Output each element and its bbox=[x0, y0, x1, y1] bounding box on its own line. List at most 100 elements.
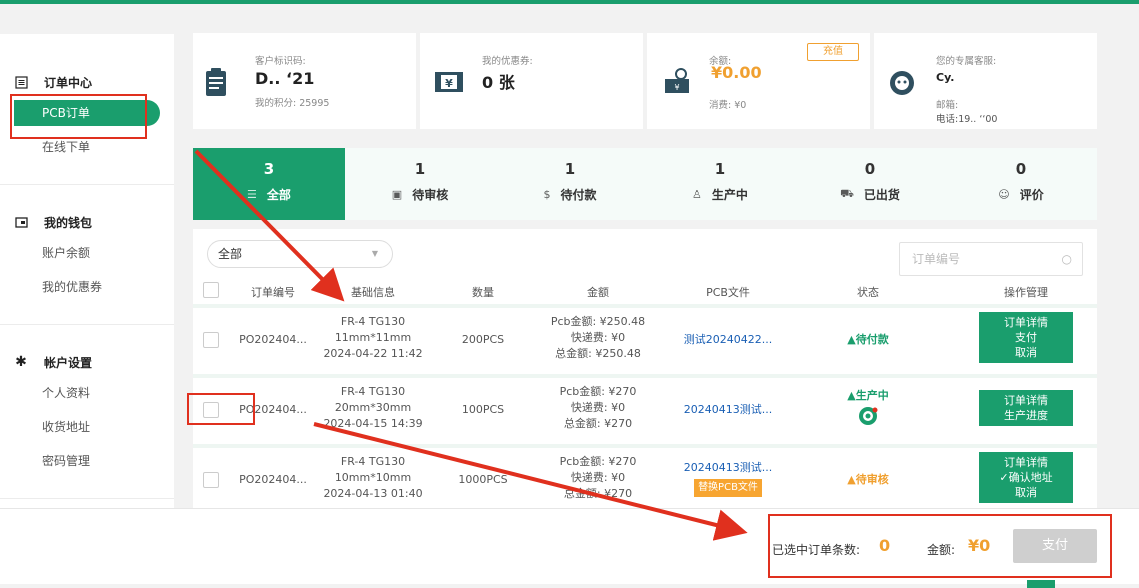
table-header: 订单编号 基础信息 数量 金额 PCB文件 状态 操作管理 bbox=[193, 280, 1097, 302]
total-amount: 总金额: ¥270 bbox=[563, 417, 633, 430]
list-icon: ☰ bbox=[247, 188, 257, 201]
headset-icon bbox=[888, 69, 916, 100]
shipped-icon: ⛟ bbox=[840, 187, 854, 200]
cancel-button[interactable]: 取消 bbox=[979, 345, 1073, 360]
tab-in-production[interactable]: 1 ♙ 生产中 bbox=[645, 148, 795, 220]
selected-count-label: 已选中订单条数: bbox=[772, 543, 861, 557]
tab-label: 待付款 bbox=[560, 188, 597, 202]
sidebar-section-account[interactable]: ✱ 帐户设置 bbox=[14, 352, 92, 372]
sidebar-item-pcb-orders[interactable]: PCB订单 bbox=[14, 100, 160, 126]
order-detail-button[interactable]: 订单详情 bbox=[979, 393, 1073, 408]
service-name: Cy. bbox=[936, 71, 955, 84]
actions-box: 订单详情 ✓确认地址 取消 bbox=[979, 452, 1073, 503]
status-filter-select[interactable]: 全部 ▼ bbox=[207, 240, 393, 268]
coupon-value: 0 张 bbox=[482, 73, 515, 92]
recharge-button[interactable]: 充值 bbox=[807, 43, 859, 61]
gear-icon: ✱ bbox=[15, 354, 27, 370]
total-amount: 总金额: ¥250.48 bbox=[555, 347, 641, 360]
progress-icon[interactable] bbox=[823, 406, 913, 431]
search-icon[interactable]: ○ bbox=[1062, 243, 1072, 275]
amount: Pcb金额: ¥250.48 快递费: ¥0 总金额: ¥250.48 bbox=[533, 314, 663, 362]
tab-all[interactable]: 3 ☰ 全部 bbox=[193, 148, 345, 220]
pay-button[interactable]: 支付 bbox=[1013, 529, 1097, 563]
production-progress-button[interactable]: 生产进度 bbox=[979, 408, 1073, 423]
service-card: 您的专属客服: Cy. 邮箱: 电话:19.. ‘‘00 bbox=[874, 33, 1097, 129]
order-search-input[interactable]: 订单编号 ○ bbox=[899, 242, 1083, 276]
sidebar-divider bbox=[0, 324, 174, 325]
status-badge: ▲待付款 bbox=[847, 333, 889, 346]
basic-info: FR-4 TG130 10mm*10mm 2024-04-13 01:40 bbox=[323, 454, 423, 502]
shipping-fee: 快递费: ¥0 bbox=[570, 471, 626, 484]
order-number[interactable]: PO202404... bbox=[233, 402, 313, 418]
sidebar: 订单中心 PCB订单 在线下单 我的钱包 账户余额 我的优惠券 ✱ 帐户设置 个… bbox=[0, 34, 174, 508]
sidebar-item-balance[interactable]: 账户余额 bbox=[42, 244, 90, 262]
tab-label: 已出货 bbox=[863, 188, 900, 202]
sidebar-item-online-order[interactable]: 在线下单 bbox=[42, 138, 90, 156]
col-status: 状态 bbox=[857, 286, 879, 299]
tab-shipped[interactable]: 0 ⛟ 已出货 bbox=[795, 148, 945, 220]
amount-value: ¥0 bbox=[968, 536, 991, 555]
sidebar-item-coupons[interactable]: 我的优惠券 bbox=[42, 278, 102, 296]
select-all-checkbox[interactable] bbox=[203, 282, 219, 298]
pcb-file-link[interactable]: 20240413测试... bbox=[673, 460, 783, 476]
tab-count: 1 bbox=[714, 160, 726, 178]
payment-icon: $ bbox=[543, 188, 551, 201]
tab-review[interactable]: 0 ☺ 评价 bbox=[945, 148, 1097, 220]
order-detail-button[interactable]: 订单详情 bbox=[979, 315, 1073, 330]
tab-count: 1 bbox=[414, 160, 426, 178]
service-email: 邮箱: bbox=[936, 100, 959, 111]
sidebar-section-label: 订单中心 bbox=[44, 75, 93, 90]
cancel-button[interactable]: 取消 bbox=[979, 485, 1073, 500]
col-quantity: 数量 bbox=[472, 286, 494, 299]
pcb-file-link[interactable]: 20240413测试... bbox=[673, 402, 783, 418]
chevron-down-icon: ▼ bbox=[371, 249, 378, 258]
tab-pending-payment[interactable]: 1 $ 待付款 bbox=[495, 148, 645, 220]
order-number[interactable]: PO202404... bbox=[233, 472, 313, 488]
sidebar-section-orders[interactable]: 订单中心 bbox=[14, 72, 92, 92]
order-detail-button[interactable]: 订单详情 bbox=[979, 455, 1073, 470]
sidebar-item-password[interactable]: 密码管理 bbox=[42, 452, 90, 470]
pcb-file-link[interactable]: 测试20240422... bbox=[673, 332, 783, 348]
sidebar-item-address[interactable]: 收货地址 bbox=[42, 418, 90, 436]
amount: Pcb金额: ¥270 快递费: ¥0 总金额: ¥270 bbox=[533, 454, 663, 502]
production-icon: ♙ bbox=[692, 188, 702, 201]
row-checkbox[interactable] bbox=[203, 402, 219, 418]
service-label: 您的专属客服: bbox=[936, 56, 997, 67]
quantity: 1000PCS bbox=[458, 473, 508, 486]
wallet-icon bbox=[14, 215, 28, 229]
material: FR-4 TG130 bbox=[340, 315, 406, 328]
customer-id-label: 客户标识码: bbox=[255, 56, 306, 67]
scroll-indicator bbox=[1027, 580, 1055, 588]
ticket-icon: ¥ bbox=[434, 71, 464, 96]
order-number[interactable]: PO202404... bbox=[233, 332, 313, 348]
pay-button[interactable]: 支付 bbox=[979, 330, 1073, 345]
tab-pending-review[interactable]: 1 ▣ 待审核 bbox=[345, 148, 495, 220]
status-tabs: 3 ☰ 全部 1 ▣ 待审核 1 $ 待付款 1 ♙ 生产中 0 ⛟ 已出货 0 ☺ 评价 bbox=[193, 148, 1097, 220]
pcb-amount: Pcb金额: ¥270 bbox=[559, 385, 637, 398]
filter-selected: 全部 bbox=[218, 247, 243, 261]
row-checkbox[interactable] bbox=[203, 332, 219, 348]
col-basic-info: 基础信息 bbox=[351, 286, 395, 299]
tab-label: 待审核 bbox=[412, 188, 449, 202]
tab-label: 生产中 bbox=[711, 188, 748, 202]
tab-count: 0 bbox=[1015, 160, 1027, 178]
sidebar-item-profile[interactable]: 个人资料 bbox=[42, 384, 90, 402]
top-accent-bar bbox=[0, 0, 1139, 4]
col-order-no: 订单编号 bbox=[251, 286, 295, 299]
points-text: 我的积分: 25995 bbox=[255, 98, 330, 109]
selected-count-value: 0 bbox=[879, 536, 891, 555]
tab-count: 3 bbox=[263, 160, 275, 178]
col-amount: 金额 bbox=[587, 286, 609, 299]
tab-count: 1 bbox=[564, 160, 576, 178]
confirm-address-button[interactable]: ✓确认地址 bbox=[979, 470, 1073, 485]
tab-label: 全部 bbox=[266, 188, 291, 202]
row-checkbox[interactable] bbox=[203, 472, 219, 488]
checkout-bar: 已选中订单条数: 0 金额: ¥0 支付 bbox=[0, 508, 1139, 584]
sidebar-section-wallet[interactable]: 我的钱包 bbox=[14, 212, 92, 232]
replace-pcb-file-button[interactable]: 替换PCB文件 bbox=[694, 479, 762, 497]
sidebar-divider bbox=[0, 498, 174, 499]
customer-card: 客户标识码: D.. ‘21 我的积分: 25995 bbox=[193, 33, 416, 129]
customer-id-value: D.. ‘21 bbox=[255, 69, 315, 88]
pcb-file-cell: 20240413测试... 替换PCB文件 bbox=[673, 460, 783, 497]
amount-label: 金额: bbox=[927, 543, 956, 557]
